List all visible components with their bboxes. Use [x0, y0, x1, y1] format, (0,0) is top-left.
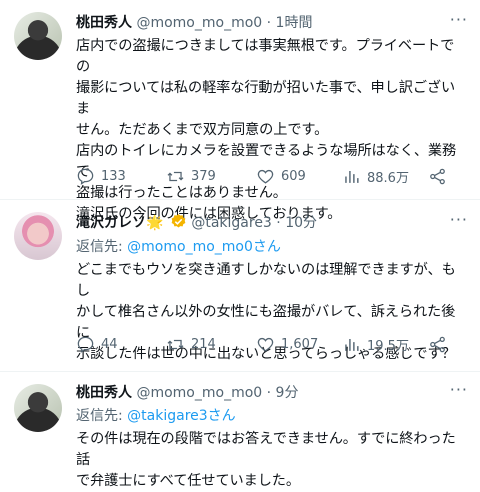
reply-icon [77, 168, 94, 185]
tweet-text: その件は現在の段階ではお答えできません。すでに終わった話 で弁護士にすべて任せて… [76, 431, 456, 489]
heart-icon [257, 169, 274, 184]
separator-dot: · [276, 215, 281, 231]
tweet-actions: 44 214 1,607 19.5万 [76, 334, 468, 354]
retweet-icon [167, 339, 184, 349]
author-name[interactable]: 桃田秀人 [76, 385, 132, 401]
timestamp[interactable]: 1時間 [276, 15, 313, 31]
author-name[interactable]: 桃田秀人 [76, 15, 132, 31]
tweet-text: 店内での盗撮につきましては事実無根です。プライベートでの 撮影については私の軽率… [76, 38, 457, 222]
views-button[interactable]: 88.6万 [342, 166, 409, 186]
view-count: 88.6万 [367, 170, 409, 186]
more-options-button[interactable]: ··· [450, 380, 468, 399]
tweet-1[interactable]: 桃田秀人 @momo_mo_mo0 · 1時間 ··· 店内での盗撮につきまして… [0, 0, 480, 222]
author-handle[interactable]: @momo_mo_mo0 [136, 15, 262, 31]
tweet-3[interactable]: 桃田秀人 @momo_mo_mo0 · 9分 ··· 返信先: @takigar… [0, 372, 480, 489]
retweet-icon [167, 171, 184, 181]
analytics-icon [345, 170, 359, 183]
tweet-2[interactable]: 滝沢ガレソ🌟 @takigare3 · 10分 ··· 返信先: @momo_m… [0, 200, 480, 372]
author-handle[interactable]: @momo_mo_mo0 [136, 385, 262, 401]
views-button[interactable]: 19.5万 [342, 334, 409, 354]
timestamp[interactable]: 9分 [276, 385, 299, 401]
share-icon [430, 168, 445, 184]
heart-icon [257, 337, 274, 352]
avatar[interactable] [14, 212, 62, 260]
share-button[interactable] [428, 334, 453, 354]
reply-to-link[interactable]: @momo_mo_mo0さん [127, 239, 281, 255]
verified-badge-icon [171, 214, 186, 228]
avatar[interactable] [14, 12, 62, 60]
reply-context: 返信先: @takigare3さん [76, 405, 236, 425]
reply-icon [77, 336, 94, 353]
separator-dot: · [266, 15, 272, 31]
reply-prefix: 返信先: [76, 408, 128, 424]
reply-button[interactable]: 44 [76, 334, 118, 354]
reply-to-link[interactable]: @takigare3さん [127, 408, 236, 424]
tweet-header: 桃田秀人 @momo_mo_mo0 · 9分 [76, 382, 298, 402]
separator-dot: · [266, 385, 272, 401]
reply-prefix: 返信先: [76, 239, 128, 255]
more-options-button[interactable]: ··· [450, 210, 468, 229]
like-count: 1,607 [281, 336, 319, 352]
view-count: 19.5万 [367, 338, 409, 354]
retweet-button[interactable]: 214 [166, 334, 216, 354]
name-emoji: 🌟 [146, 215, 164, 231]
tweet-header: 滝沢ガレソ🌟 @takigare3 · 10分 [76, 212, 317, 232]
retweet-count: 379 [191, 168, 216, 184]
author-handle[interactable]: @takigare3 [191, 215, 272, 231]
more-options-button[interactable]: ··· [450, 10, 468, 29]
reply-context: 返信先: @momo_mo_mo0さん [76, 236, 281, 256]
author-name[interactable]: 滝沢ガレソ [76, 215, 146, 231]
analytics-icon [345, 338, 359, 351]
tweet-actions: 133 379 609 88.6万 [76, 166, 468, 186]
tweet-header: 桃田秀人 @momo_mo_mo0 · 1時間 [76, 12, 312, 32]
retweet-count: 214 [191, 336, 216, 352]
like-button[interactable]: 609 [256, 166, 306, 186]
avatar[interactable] [14, 384, 62, 432]
reply-count: 44 [101, 336, 118, 352]
retweet-button[interactable]: 379 [166, 166, 216, 186]
like-count: 609 [281, 168, 306, 184]
like-button[interactable]: 1,607 [256, 334, 318, 354]
reply-button[interactable]: 133 [76, 166, 126, 186]
share-icon [430, 336, 445, 352]
share-button[interactable] [428, 166, 453, 186]
reply-count: 133 [101, 168, 126, 184]
timestamp[interactable]: 10分 [285, 215, 317, 231]
